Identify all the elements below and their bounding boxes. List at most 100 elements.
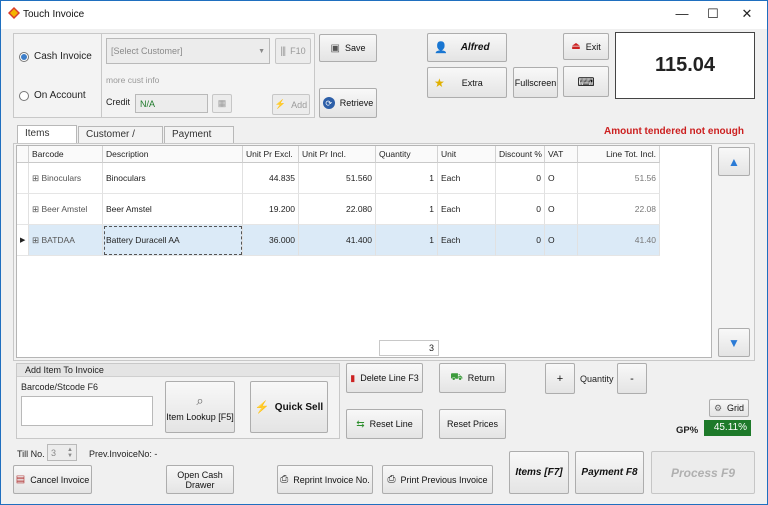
reset-line-button[interactable]: ⇆ Reset Line [346,409,423,439]
f10-barcode-button[interactable]: ||| F10 [275,38,311,64]
save-label: Save [344,43,366,53]
save-button[interactable]: ▣ Save [319,34,377,62]
on-account-label: On Account [34,90,86,101]
col-line-total[interactable]: Line Tot. Incl. [578,146,660,163]
barcode-value: BATDAA [41,235,75,245]
scroll-up-button[interactable]: ▲ [718,147,750,176]
row-indicator [17,194,29,225]
line-total-cell: 51.56 [578,163,660,194]
print-previous-invoice-button[interactable]: ⎙ Print Previous Invoice [382,465,493,494]
delete-line-button[interactable]: ▮ Delete Line F3 [346,363,423,393]
quantity-minus-button[interactable]: - [617,363,647,394]
minimize-button[interactable]: — [665,1,699,29]
excl-cell[interactable]: 44.835 [243,163,299,194]
incl-cell[interactable]: 51.560 [299,163,376,194]
vat-cell[interactable]: O [545,163,578,194]
item-lookup-button[interactable]: ⌕ Item Lookup [F5] [165,381,235,433]
line-total-cell: 22.08 [578,194,660,225]
description-cell[interactable]: Battery Duracell AA [103,225,243,256]
reset-line-label: Reset Line [369,419,413,429]
unit-cell[interactable]: Each [438,163,496,194]
select-customer-dropdown[interactable]: [Select Customer] ▼ [106,38,270,64]
col-vat[interactable]: VAT [545,146,578,163]
search-icon: ⌕ [196,392,204,408]
description-cell[interactable]: Beer Amstel [103,194,243,225]
vat-cell[interactable]: O [545,194,578,225]
spinner-arrows-icon: ▲ ▼ [67,446,73,459]
keyboard-button[interactable]: ⌨ [563,66,609,97]
barcode-cell[interactable]: ⊞ Beer Amstel [29,194,103,225]
barcode-icon: ||| [280,45,286,57]
cash-invoice-radio[interactable]: Cash Invoice [19,51,92,62]
expand-icon[interactable]: ⊞ [32,235,39,245]
excl-cell[interactable]: 19.200 [243,194,299,225]
col-barcode[interactable]: Barcode [29,146,103,163]
reset-prices-button[interactable]: Reset Prices [439,409,506,439]
tab-payment[interactable]: Payment [F8] [164,126,234,156]
extra-button[interactable]: ★ Extra [427,67,507,98]
close-button[interactable]: ✕ [730,1,764,29]
process-f9-button[interactable]: Process F9 [651,451,755,494]
on-account-radio[interactable]: On Account [19,90,86,101]
col-unit[interactable]: Unit [438,146,496,163]
fullscreen-button[interactable]: Fullscreen [513,67,558,98]
excl-cell[interactable]: 36.000 [243,225,299,256]
maximize-button[interactable]: ☐ [696,1,730,29]
exit-button[interactable]: ⏏ Exit [563,33,609,60]
unit-cell[interactable]: Each [438,225,496,256]
quantity-plus-button[interactable]: + [545,363,575,394]
discount-cell[interactable]: 0 [496,225,545,256]
incl-cell[interactable]: 41.400 [299,225,376,256]
credit-calc-button[interactable]: ▦ [212,94,232,113]
col-discount[interactable]: Discount % [496,146,545,163]
lightning-icon: ⚡ [254,400,270,414]
col-quantity[interactable]: Quantity [376,146,438,163]
payment-f8-button[interactable]: Payment F8 [575,451,644,494]
return-button[interactable]: ⛟ Return [439,363,506,393]
vat-cell[interactable]: O [545,225,578,256]
scroll-down-button[interactable]: ▼ [718,328,750,357]
customer-panel: [Select Customer] ▼ ||| F10 more cust in… [102,33,315,118]
prev-invoice-no: Prev.InvoiceNo: - [89,449,158,459]
cancel-invoice-button[interactable]: ▤ Cancel Invoice [13,465,92,494]
qty-cell[interactable]: 1 [376,194,438,225]
qty-cell[interactable]: 1 [376,163,438,194]
discount-cell[interactable]: 0 [496,194,545,225]
reset-arrows-icon: ⇆ [356,418,365,430]
radio-unselected-icon [19,90,29,101]
arrow-down-icon: ▼ [728,335,740,350]
col-unit-pr-excl[interactable]: Unit Pr Excl. [243,146,299,163]
expand-icon[interactable]: ⊞ [32,173,39,183]
reprint-invoice-button[interactable]: ⎙ Reprint Invoice No. [277,465,373,494]
open-cash-drawer-button[interactable]: Open Cash Drawer [166,465,234,494]
printer-icon: ⎙ [280,474,289,485]
touch-invoice-window: Touch Invoice — ☐ ✕ Cash Invoice On Acco… [0,0,768,505]
user-button[interactable]: 👤 Alfred [427,33,507,62]
qty-cell[interactable]: 1 [376,225,438,256]
unit-cell[interactable]: Each [438,194,496,225]
quick-sell-button[interactable]: ⚡ Quick Sell [250,381,328,433]
items-f7-button[interactable]: Items [F7] [509,451,569,494]
barcode-cell[interactable]: ⊞ Binoculars [29,163,103,194]
discount-cell[interactable]: 0 [496,163,545,194]
add-customer-button[interactable]: ⚡ Add [272,94,310,115]
retrieve-button[interactable]: ⟳ Retrieve [319,88,377,118]
incl-cell[interactable]: 22.080 [299,194,376,225]
expand-icon[interactable]: ⊞ [32,204,39,214]
description-cell[interactable]: Binoculars [103,163,243,194]
till-no-spinner[interactable]: 3 ▲ ▼ [47,444,77,461]
col-description[interactable]: Description [103,146,243,163]
gp-value: 45.11% [704,420,751,436]
delete-line-label: Delete Line F3 [360,373,419,383]
barcode-input[interactable] [21,396,153,426]
col-unit-pr-incl[interactable]: Unit Pr Incl. [299,146,376,163]
retrieve-icon: ⟳ [322,97,335,109]
barcode-cell[interactable]: ⊞ BATDAA [29,225,103,256]
tab-customer-more[interactable]: Customer / More [78,126,163,156]
grid-button[interactable]: ⚙ Grid [709,399,749,417]
grid-label: Grid [727,403,745,413]
more-cust-info-link[interactable]: more cust info [106,75,159,85]
tab-items[interactable]: Items [F7] [17,125,77,155]
retrieve-label: Retrieve [339,98,374,108]
barcode-label: Barcode/Stcode F6 [21,382,99,392]
